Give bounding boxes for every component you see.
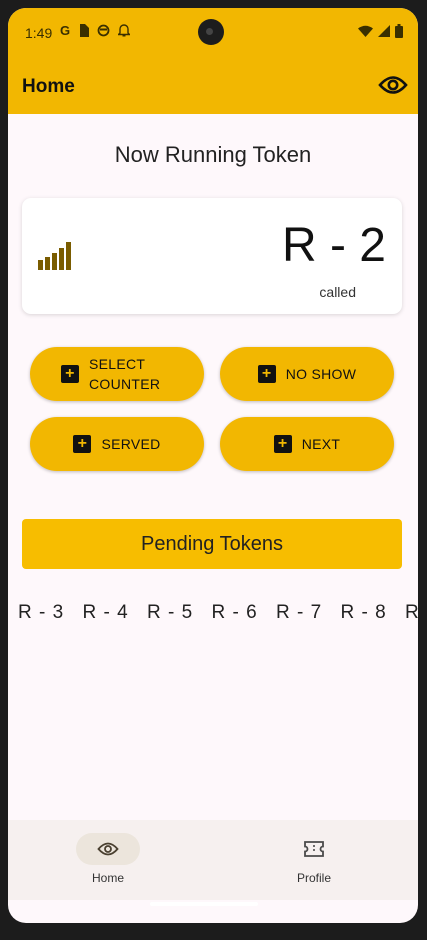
next-button[interactable]: + NEXT <box>220 417 394 471</box>
pending-token[interactable]: R - 5 <box>147 602 212 624</box>
sim-icon <box>80 24 90 37</box>
plus-icon: + <box>73 435 92 453</box>
app-bar: Home <box>8 58 418 114</box>
running-token-number: R - 2 <box>281 219 386 272</box>
pending-tokens-button[interactable]: Pending Tokens <box>22 519 402 569</box>
next-label: NEXT <box>301 436 341 452</box>
pending-token[interactable]: R <box>405 602 418 624</box>
wifi-icon <box>358 25 373 37</box>
page-title: Home <box>22 76 75 97</box>
camera-cutout <box>198 19 224 45</box>
face-icon <box>97 24 110 37</box>
plus-icon: + <box>273 435 292 453</box>
status-time: 1:49 <box>25 25 53 41</box>
nav-indicator <box>282 833 346 865</box>
pending-token[interactable]: R - 3 <box>18 602 83 624</box>
section-title: Now Running Token <box>114 142 312 167</box>
nav-item-profile[interactable]: Profile <box>264 833 364 885</box>
phone-screen: 1:49 G Home Now Running Token R - 2 call… <box>8 8 418 923</box>
bottom-navigation: Home Profile <box>8 820 418 900</box>
gesture-handle[interactable] <box>150 902 258 906</box>
select-counter-label: SELECT COUNTER <box>89 356 161 392</box>
eye-icon <box>97 842 119 856</box>
eye-icon[interactable] <box>378 70 408 100</box>
battery-icon <box>395 24 403 38</box>
status-left-icons: G <box>60 23 131 38</box>
status-bar: 1:49 G <box>8 8 418 58</box>
running-token-card: R - 2 called <box>22 198 402 314</box>
google-icon: G <box>60 23 71 38</box>
no-show-label: NO SHOW <box>285 366 357 382</box>
ticket-icon <box>304 841 324 857</box>
nav-item-home[interactable]: Home <box>58 833 158 885</box>
pending-token[interactable]: R - 7 <box>276 602 341 624</box>
select-counter-button[interactable]: + SELECT COUNTER <box>30 347 204 401</box>
plus-icon: + <box>257 365 276 383</box>
running-token-status: called <box>319 284 356 300</box>
no-show-button[interactable]: + NO SHOW <box>220 347 394 401</box>
nav-label-home: Home <box>91 871 124 885</box>
bell-icon <box>118 24 131 37</box>
served-label: SERVED <box>101 436 161 452</box>
status-right-icons <box>358 24 403 38</box>
plus-icon: + <box>61 365 79 383</box>
pending-token[interactable]: R - 6 <box>212 602 277 624</box>
nav-label-profile: Profile <box>296 871 331 885</box>
nav-indicator <box>76 833 140 865</box>
pending-token[interactable]: R - 8 <box>341 602 406 624</box>
served-button[interactable]: + SERVED <box>30 417 204 471</box>
pending-token-list: R - 3R - 4R - 5R - 6R - 7R - 8R <box>18 602 418 624</box>
signal-icon <box>378 25 390 37</box>
signal-bars-icon <box>38 242 71 270</box>
pending-token[interactable]: R - 4 <box>83 602 148 624</box>
